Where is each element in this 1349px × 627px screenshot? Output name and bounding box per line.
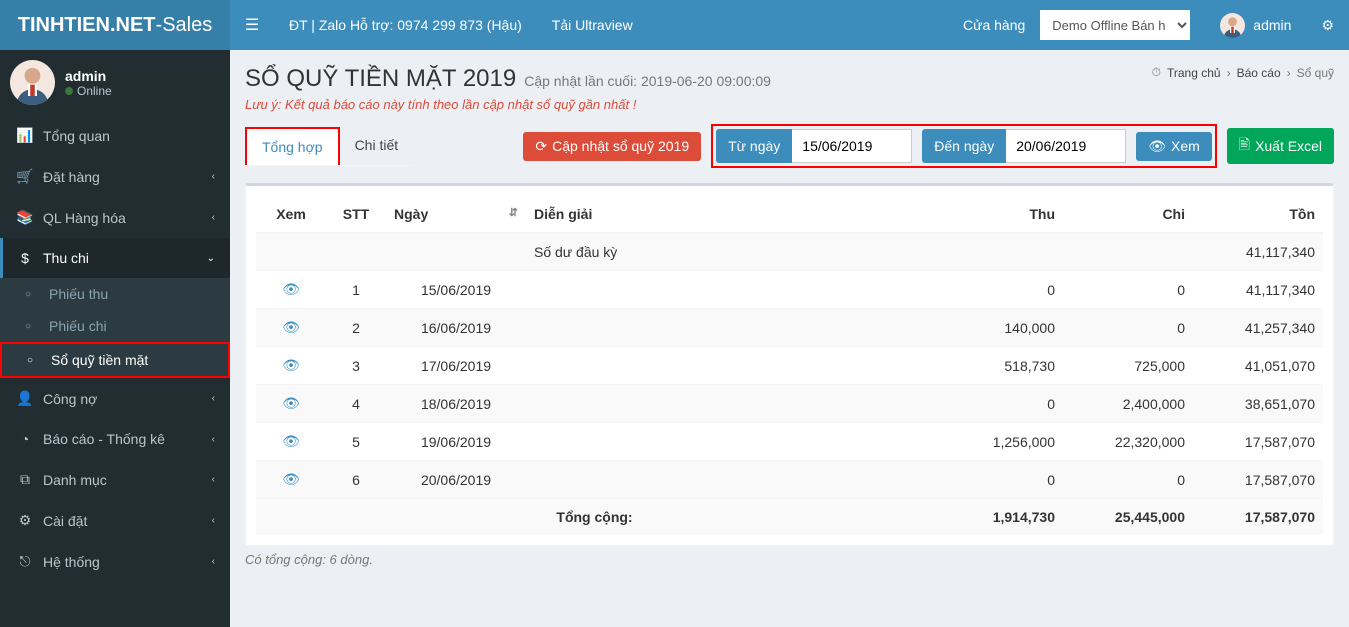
dashboard-icon: ⏱ <box>1152 65 1161 80</box>
view-button[interactable]: 👁 Xem <box>1136 132 1212 161</box>
chevron-icon: ⌄ <box>207 253 215 264</box>
table-row: 👁115/06/20190041,117,340 <box>256 271 1323 309</box>
settings-gear-icon[interactable]: ⚙ <box>1306 0 1349 50</box>
chevron-icon: ‹ <box>212 474 215 485</box>
sidebar-subitem-phi-u-chi[interactable]: ○Phiếu chi <box>0 310 230 342</box>
table-row: 👁620/06/20190017,587,070 <box>256 461 1323 499</box>
breadcrumb: ⏱ Trang chủ › Báo cáo › Sổ quỹ <box>1152 65 1334 80</box>
copy-icon: ⧉ <box>15 471 35 488</box>
chevron-icon: ‹ <box>212 393 215 404</box>
view-row-icon[interactable]: 👁 <box>282 395 300 411</box>
money-icon: $ <box>15 250 35 266</box>
opening-balance-row: Số dư đầu kỳ 41,117,340 <box>256 233 1323 271</box>
store-label: Cửa hàng <box>948 0 1040 50</box>
from-date-label: Từ ngày <box>716 129 792 163</box>
user-menu[interactable]: admin <box>1205 0 1306 50</box>
col-ton[interactable]: Tồn <box>1193 196 1323 233</box>
warning-note: Lưu ý: Kết quả báo cáo này tính theo lần… <box>245 97 771 112</box>
tab-summary[interactable]: Tổng hợp <box>245 127 340 165</box>
view-row-icon[interactable]: 👁 <box>282 433 300 449</box>
sidebar-item-c-ng-n-[interactable]: 👤Công nợ‹ <box>0 378 230 419</box>
view-row-icon[interactable]: 👁 <box>282 357 300 373</box>
view-row-icon[interactable]: 👁 <box>282 319 300 335</box>
sidebar-item-ql-h-ng-h-a[interactable]: 📚QL Hàng hóa‹ <box>0 197 230 238</box>
user-panel: admin Online <box>0 50 230 115</box>
circle-icon: ○ <box>25 321 41 332</box>
chevron-icon: ‹ <box>212 434 215 445</box>
chevron-icon: ‹ <box>212 212 215 223</box>
store-select[interactable]: Demo Offline Bán hàr <box>1040 10 1190 40</box>
col-view[interactable]: Xem <box>256 196 326 233</box>
exit-icon: ⎋ <box>15 553 35 570</box>
view-row-icon[interactable]: 👁 <box>282 471 300 487</box>
support-info: ĐT | Zalo Hỗ trợ: 0974 299 873 (Hậu) <box>274 0 537 50</box>
user-status: Online <box>65 84 112 98</box>
avatar-icon <box>10 60 55 105</box>
avatar-icon <box>1220 13 1245 38</box>
col-thu[interactable]: Thu <box>933 196 1063 233</box>
package-icon: 📚 <box>15 209 35 226</box>
download-ultraview-link[interactable]: Tải Ultraview <box>537 0 648 50</box>
breadcrumb-current: Sổ quỹ <box>1297 66 1334 80</box>
sidebar-item--t-h-ng[interactable]: 🛒Đặt hàng‹ <box>0 156 230 197</box>
to-date-label: Đến ngày <box>922 129 1006 163</box>
chevron-icon: ‹ <box>212 556 215 567</box>
sidebar-item-h-th-ng[interactable]: ⎋Hệ thống‹ <box>0 541 230 582</box>
circle-icon: ○ <box>25 289 41 300</box>
chevron-icon: ‹ <box>212 515 215 526</box>
view-row-icon[interactable]: 👁 <box>282 281 300 297</box>
tab-detail[interactable]: Chi tiết <box>340 127 414 165</box>
refresh-ledger-button[interactable]: ⟳ Cập nhật sổ quỹ 2019 <box>523 132 701 161</box>
totals-row: Tổng cộng: 1,914,730 25,445,000 17,587,0… <box>256 499 1323 536</box>
sidebar-item-danh-m-c[interactable]: ⧉Danh mục‹ <box>0 459 230 500</box>
sidebar-toggle[interactable]: ☰ <box>230 15 274 35</box>
sidebar-item-thu-chi[interactable]: $Thu chi⌄ <box>0 238 230 278</box>
table-row: 👁418/06/201902,400,00038,651,070 <box>256 385 1323 423</box>
user-icon: 👤 <box>15 390 35 407</box>
chevron-icon: ‹ <box>212 171 215 182</box>
from-date-input[interactable] <box>792 129 912 163</box>
table-row: 👁519/06/20191,256,00022,320,00017,587,07… <box>256 423 1323 461</box>
to-date-input[interactable] <box>1006 129 1126 163</box>
breadcrumb-reports[interactable]: Báo cáo <box>1237 66 1281 80</box>
gear-icon: ⚙ <box>15 512 35 529</box>
user-name: admin <box>65 68 112 84</box>
brand-logo[interactable]: TINHTIEN.NET-Sales <box>0 0 230 50</box>
sidebar-item-c-i-t[interactable]: ⚙Cài đặt‹ <box>0 500 230 541</box>
sidebar-subitem-phi-u-thu[interactable]: ○Phiếu thu <box>0 278 230 310</box>
username-label: admin <box>1253 17 1291 33</box>
eye-icon: 👁 <box>1148 138 1166 155</box>
refresh-icon: ⟳ <box>535 138 547 155</box>
cart-icon: 🛒 <box>15 168 35 185</box>
export-excel-button[interactable]: 🖹 Xuất Excel <box>1227 128 1334 164</box>
breadcrumb-home[interactable]: Trang chủ <box>1167 66 1221 80</box>
table-row: 👁317/06/2019518,730725,00041,051,070 <box>256 347 1323 385</box>
row-count-note: Có tổng cộng: 6 dòng. <box>245 552 1334 567</box>
sidebar-item-b-o-c-o-th-ng-k-[interactable]: ◔Báo cáo - Thống kê‹ <box>0 419 230 459</box>
col-chi[interactable]: Chi <box>1063 196 1193 233</box>
col-date[interactable]: Ngày ⇵ <box>386 196 526 233</box>
sidebar-subitem-s-qu-ti-n-m-t[interactable]: ○Sổ quỹ tiền mặt <box>0 342 230 378</box>
circle-icon: ○ <box>27 355 43 366</box>
excel-icon: 🖹 <box>1239 134 1250 158</box>
page-title: SỔ QUỸ TIỀN MẶT 2019 <box>245 65 516 93</box>
dashboard-icon: 📊 <box>15 127 35 144</box>
pie-icon: ◔ <box>15 431 35 447</box>
sort-icon: ⇵ <box>509 206 518 219</box>
page-subtitle: Cập nhật lần cuối: 2019-06-20 09:00:09 <box>524 73 771 89</box>
table-row: 👁216/06/2019140,000041,257,340 <box>256 309 1323 347</box>
col-stt[interactable]: STT <box>326 196 386 233</box>
col-desc[interactable]: Diễn giải <box>526 196 933 233</box>
sidebar-item-t-ng-quan[interactable]: 📊Tổng quan <box>0 115 230 156</box>
